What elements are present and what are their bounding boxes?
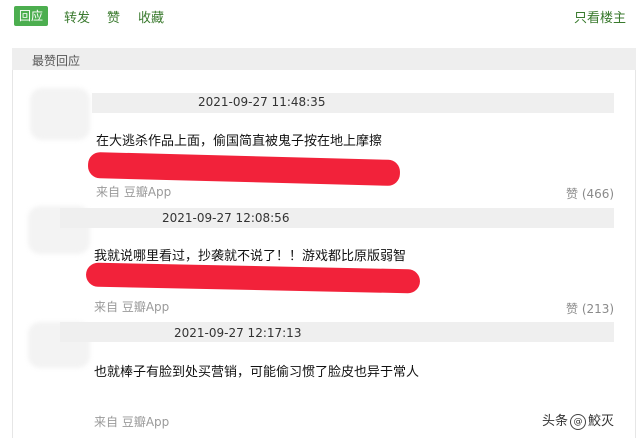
comment-meta-bar [60,208,614,228]
section-title: 最赞回应 [32,54,81,68]
comment-source: 来自 豆瓣App [96,185,172,199]
comment-text: 我就说哪里看过，抄袭就不说了！！游戏都比原版弱智 [94,249,407,264]
comment-time: 2021-09-27 12:17:13 [174,326,302,340]
right-border [635,70,636,438]
comment-time: 2021-09-27 12:08:56 [162,211,290,225]
repost-button[interactable]: 转发 [64,7,90,26]
comment-meta-bar [60,322,614,342]
favorite-button[interactable]: 收藏 [138,7,164,26]
like-button[interactable]: 赞 [107,7,120,26]
redaction-mark [87,151,401,187]
left-border [12,70,13,438]
comment-text: 也就棒子有脸到处买营销，可能偷习惯了脸皮也异于常人 [94,365,420,380]
only-op-button[interactable]: 只看楼主 [574,7,626,26]
top-replies-header: 最赞回应 [12,48,636,70]
comment-source: 来自 豆瓣App [94,415,170,429]
comment-likes[interactable]: 赞 (466) [566,185,614,202]
at-icon: @ [570,413,587,430]
comment-time: 2021-09-27 11:48:35 [198,95,326,109]
reply-button[interactable]: 回应 [14,6,49,26]
avatar [30,88,90,140]
comment-text: 在大逃杀作品上面，偷国简直被鬼子按在地上摩擦 [96,134,383,149]
post-toolbar: 回应 转发 赞 收藏 只看楼主 [0,0,640,30]
watermark: 头条 @ 鮫灭 [542,410,614,430]
redaction-mark [85,262,421,294]
watermark-name: 鮫灭 [588,414,615,429]
comment-source: 来自 豆瓣App [94,300,170,314]
watermark-prefix: 头条 [542,414,569,429]
comment-meta-bar [92,93,614,113]
comment-likes[interactable]: 赞 (213) [566,300,614,317]
